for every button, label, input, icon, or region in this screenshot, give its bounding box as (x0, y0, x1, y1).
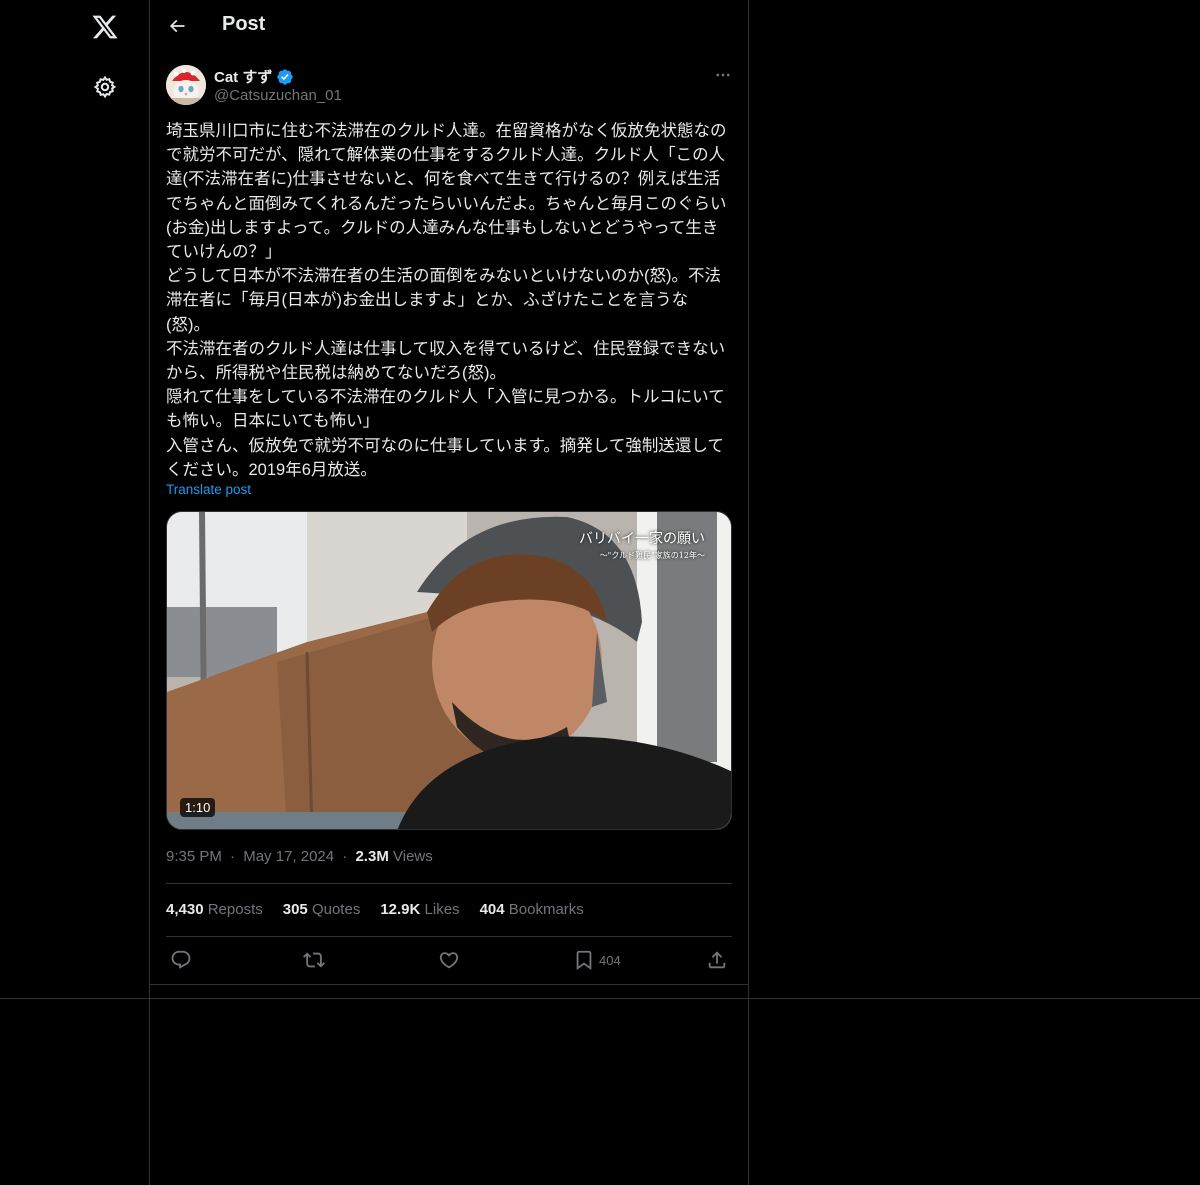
post-meta: 9:35 PM · May 17, 2024 · 2.3M Views (166, 848, 433, 865)
author-name-text: Cat すず (214, 69, 273, 86)
like-button[interactable] (438, 947, 460, 973)
page-header: Post (150, 0, 748, 53)
translate-post-link[interactable]: Translate post (166, 482, 251, 497)
likes-count: 12.9K (380, 901, 421, 918)
post-date[interactable]: May 17, 2024 (243, 848, 334, 865)
video-caption: バリバイ一家の願い ～"クルド難民"家族の12年～ (579, 528, 705, 561)
share-button[interactable] (706, 947, 728, 973)
more-icon (716, 73, 730, 77)
avatar[interactable] (166, 65, 206, 105)
post-stats: 4,430 Reposts 305 Quotes 12.9K Likes 404… (166, 901, 584, 918)
like-icon (439, 952, 459, 969)
back-arrow-icon (169, 19, 185, 33)
post-paragraph: 不法滞在者のクルド人達は仕事して収入を得ているけど、住民登録できないから、所得税… (166, 339, 726, 383)
bookmarks-count: 404 (479, 901, 505, 918)
post-time[interactable]: 9:35 PM (166, 848, 222, 865)
gear-icon[interactable] (87, 69, 123, 105)
quotes-count: 305 (282, 901, 308, 918)
post-paragraph: どうして日本が不法滞在者の生活の面倒をみないといけないのか(怒)。不法滞在者に「… (166, 267, 721, 334)
quotes-stat[interactable]: 305 Quotes (283, 901, 361, 918)
bookmarks-stat[interactable]: 404 Bookmarks (480, 901, 584, 918)
reply-button[interactable] (170, 947, 192, 973)
views-label: Views (393, 848, 433, 865)
author-handle[interactable]: @Catsuzuchan_01 (214, 87, 342, 104)
post-bottom-border (150, 984, 748, 985)
video-caption-title: バリバイ一家の願い (579, 531, 705, 547)
author-name[interactable]: Cat すず (214, 66, 294, 87)
x-logo-icon[interactable] (87, 9, 123, 45)
reposts-label: Reposts (207, 901, 263, 918)
divider (166, 883, 732, 884)
video-duration-badge: 1:10 (180, 798, 216, 817)
likes-label: Likes (424, 901, 460, 918)
post-paragraph: 隠れて仕事をしている不法滞在のクルド人「入管に見つかる。トルコにいても怖い。日本… (166, 388, 725, 431)
post-text: 埼玉県川口市に住む不法滞在のクルド人達。在留資格がなく仮放免状態なので就労不可だ… (166, 119, 732, 482)
bookmark-icon (576, 950, 592, 971)
divider (166, 936, 732, 937)
action-bar: 404 (166, 947, 732, 975)
sidebar (0, 0, 150, 1185)
bookmarks-label: Bookmarks (508, 901, 584, 918)
video-caption-subtitle: ～"クルド難民"家族の12年～ (599, 551, 705, 560)
reply-icon (171, 950, 191, 969)
bookmark-count: 404 (599, 952, 621, 968)
meta-separator: · (230, 848, 236, 865)
repost-icon (303, 952, 325, 968)
page-divider (0, 998, 1200, 999)
meta-separator: · (342, 848, 348, 865)
video-player[interactable]: バリバイ一家の願い ～"クルド難民"家族の12年～ 1:10 (166, 511, 732, 830)
main-column: Post Cat すず @Catsuzuchan_01 埼玉県川口市に住む不法滞… (150, 0, 749, 1185)
page-title: Post (222, 13, 266, 35)
share-icon (708, 951, 726, 969)
repost-button[interactable] (303, 947, 325, 973)
likes-stat[interactable]: 12.9K Likes (380, 901, 459, 918)
post-paragraph: 埼玉県川口市に住む不法滞在のクルド人達。在留資格がなく仮放免状態なので就労不可だ… (166, 122, 727, 262)
bookmark-button[interactable]: 404 (573, 947, 621, 973)
reposts-stat[interactable]: 4,430 Reposts (166, 901, 263, 918)
reposts-count: 4,430 (166, 901, 204, 918)
views-count: 2.3M (355, 848, 389, 865)
verified-badge-icon (277, 68, 294, 85)
quotes-label: Quotes (311, 901, 361, 918)
back-button[interactable] (160, 9, 194, 43)
more-button[interactable] (708, 64, 738, 86)
post-paragraph: 入管さん、仮放免で就労不可なのに仕事しています。摘発して強制送還してください。2… (166, 436, 724, 479)
